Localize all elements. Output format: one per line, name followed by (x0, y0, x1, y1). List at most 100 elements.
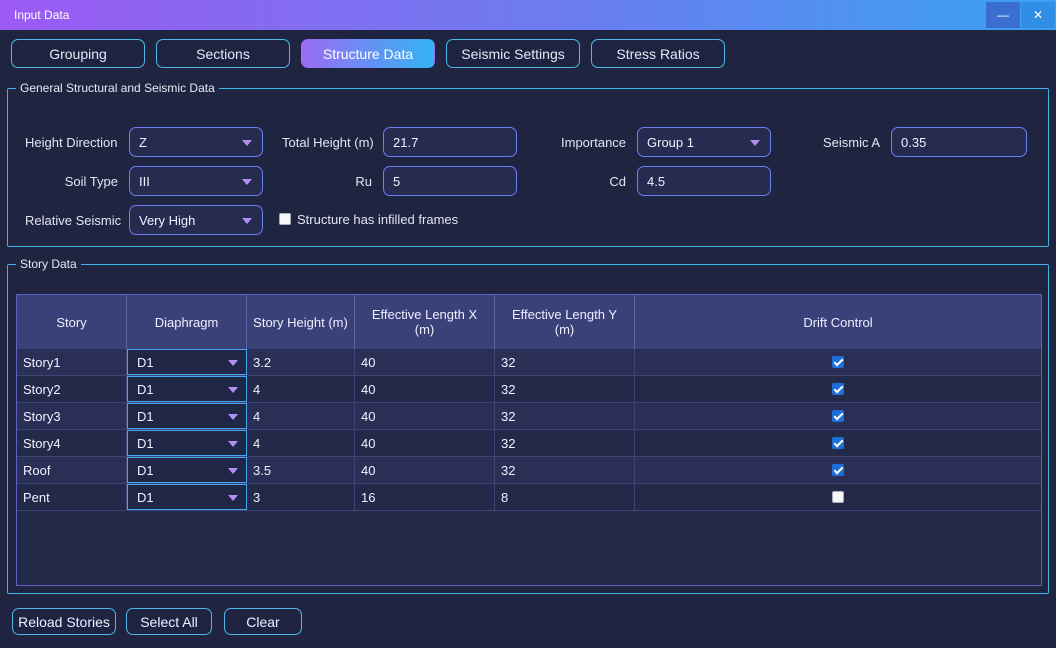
relative-seismic-label: Relative Seismic (25, 213, 122, 228)
seismic-a-label: Seismic A (823, 135, 881, 150)
story-height-cell[interactable]: 4 (247, 376, 355, 402)
column-header-drift-control[interactable]: Drift Control (635, 295, 1041, 349)
close-button[interactable]: ✕ (1021, 2, 1055, 28)
column-header-diaphragm[interactable]: Diaphragm (127, 295, 247, 349)
relative-seismic-value: Very High (139, 212, 196, 228)
story-height-cell[interactable]: 4 (247, 403, 355, 429)
story-height-cell[interactable]: 4 (247, 430, 355, 456)
table-row[interactable]: Roof D1 3.5 40 32 (17, 457, 1041, 484)
effective-length-x-cell[interactable]: 40 (355, 403, 495, 429)
tab-sections[interactable]: Sections (156, 39, 290, 68)
table-row[interactable]: Pent D1 3 16 8 (17, 484, 1041, 511)
story-height-cell[interactable]: 3.5 (247, 457, 355, 483)
diaphragm-select[interactable]: D1 (127, 430, 247, 456)
diaphragm-value: D1 (137, 381, 154, 397)
story-name-cell[interactable]: Roof (17, 457, 127, 483)
importance-select[interactable]: Group 1 (637, 127, 771, 157)
story-height-cell[interactable]: 3.2 (247, 349, 355, 375)
diaphragm-value: D1 (137, 489, 154, 505)
cd-input[interactable]: 4.5 (637, 166, 771, 196)
title-bar: Input Data — ✕ (0, 0, 1056, 30)
tab-stress-ratios[interactable]: Stress Ratios (591, 39, 725, 68)
chevron-down-icon (242, 140, 252, 146)
table-body: Story1 D1 3.2 40 32 Story2 D1 4 40 32 St… (17, 349, 1041, 585)
diaphragm-select[interactable]: D1 (127, 457, 247, 483)
height-direction-select[interactable]: Z (129, 127, 263, 157)
story-name-cell[interactable]: Story3 (17, 403, 127, 429)
effective-length-y-cell[interactable]: 32 (495, 376, 635, 402)
minimize-icon: — (997, 8, 1009, 22)
diaphragm-select[interactable]: D1 (127, 403, 247, 429)
drift-control-checkbox[interactable] (832, 383, 844, 395)
ru-input[interactable]: 5 (383, 166, 517, 196)
drift-control-checkbox[interactable] (832, 491, 844, 503)
total-height-value: 21.7 (393, 134, 419, 150)
general-data-group-title: General Structural and Seismic Data (16, 81, 219, 95)
clear-button[interactable]: Clear (224, 608, 302, 635)
chevron-down-icon (242, 218, 252, 224)
chevron-down-icon (228, 441, 238, 447)
column-header-story-height[interactable]: Story Height (m) (247, 295, 355, 349)
effective-length-x-cell[interactable]: 40 (355, 430, 495, 456)
effective-length-x-cell[interactable]: 16 (355, 484, 495, 510)
story-height-cell[interactable]: 3 (247, 484, 355, 510)
table-row[interactable]: Story4 D1 4 40 32 (17, 430, 1041, 457)
total-height-input[interactable]: 21.7 (383, 127, 517, 157)
soil-type-select[interactable]: III (129, 166, 263, 196)
minimize-button[interactable]: — (986, 2, 1020, 28)
diaphragm-select[interactable]: D1 (127, 376, 247, 402)
total-height-label: Total Height (m) (282, 135, 374, 150)
diaphragm-value: D1 (137, 354, 154, 370)
story-name-cell[interactable]: Pent (17, 484, 127, 510)
effective-length-x-cell[interactable]: 40 (355, 349, 495, 375)
cd-value: 4.5 (647, 173, 666, 189)
chevron-down-icon (228, 495, 238, 501)
effective-length-x-cell[interactable]: 40 (355, 457, 495, 483)
seismic-a-input[interactable]: 0.35 (891, 127, 1027, 157)
tab-seismic-settings[interactable]: Seismic Settings (446, 39, 580, 68)
effective-length-y-cell[interactable]: 32 (495, 457, 635, 483)
reload-stories-button[interactable]: Reload Stories (12, 608, 116, 635)
effective-length-y-cell[interactable]: 8 (495, 484, 635, 510)
ru-value: 5 (393, 173, 401, 189)
importance-value: Group 1 (647, 134, 694, 150)
height-direction-value: Z (139, 134, 147, 150)
tab-grouping[interactable]: Grouping (11, 39, 145, 68)
infilled-frames-label: Structure has infilled frames (297, 212, 459, 227)
soil-type-label: Soil Type (64, 174, 118, 189)
diaphragm-select[interactable]: D1 (127, 484, 247, 510)
table-row[interactable]: Story1 D1 3.2 40 32 (17, 349, 1041, 376)
cd-label: Cd (609, 174, 626, 189)
story-name-cell[interactable]: Story2 (17, 376, 127, 402)
story-name-cell[interactable]: Story1 (17, 349, 127, 375)
chevron-down-icon (228, 414, 238, 420)
diaphragm-select[interactable]: D1 (127, 349, 247, 375)
effective-length-y-cell[interactable]: 32 (495, 403, 635, 429)
story-name-cell[interactable]: Story4 (17, 430, 127, 456)
table-header: Story Diaphragm Story Height (m) Effecti… (17, 295, 1041, 349)
height-direction-label: Height Direction (25, 135, 118, 150)
drift-control-checkbox[interactable] (832, 356, 844, 368)
diaphragm-value: D1 (137, 462, 154, 478)
chevron-down-icon (242, 179, 252, 185)
column-header-effective-length-y[interactable]: Effective Length Y (m) (495, 295, 635, 349)
drift-control-checkbox[interactable] (832, 464, 844, 476)
importance-label: Importance (561, 135, 627, 150)
select-all-button[interactable]: Select All (126, 608, 212, 635)
effective-length-y-cell[interactable]: 32 (495, 349, 635, 375)
tab-structure-data[interactable]: Structure Data (301, 39, 435, 68)
relative-seismic-select[interactable]: Very High (129, 205, 263, 235)
story-data-group-title: Story Data (16, 257, 81, 271)
effective-length-x-cell[interactable]: 40 (355, 376, 495, 402)
chevron-down-icon (750, 140, 760, 146)
column-header-story[interactable]: Story (17, 295, 127, 349)
drift-control-checkbox[interactable] (832, 410, 844, 422)
table-row[interactable]: Story2 D1 4 40 32 (17, 376, 1041, 403)
drift-control-checkbox[interactable] (832, 437, 844, 449)
diaphragm-value: D1 (137, 408, 154, 424)
infilled-frames-checkbox[interactable] (279, 213, 291, 225)
effective-length-y-cell[interactable]: 32 (495, 430, 635, 456)
table-row[interactable]: Story3 D1 4 40 32 (17, 403, 1041, 430)
column-header-effective-length-x[interactable]: Effective Length X (m) (355, 295, 495, 349)
story-table: Story Diaphragm Story Height (m) Effecti… (16, 294, 1042, 586)
